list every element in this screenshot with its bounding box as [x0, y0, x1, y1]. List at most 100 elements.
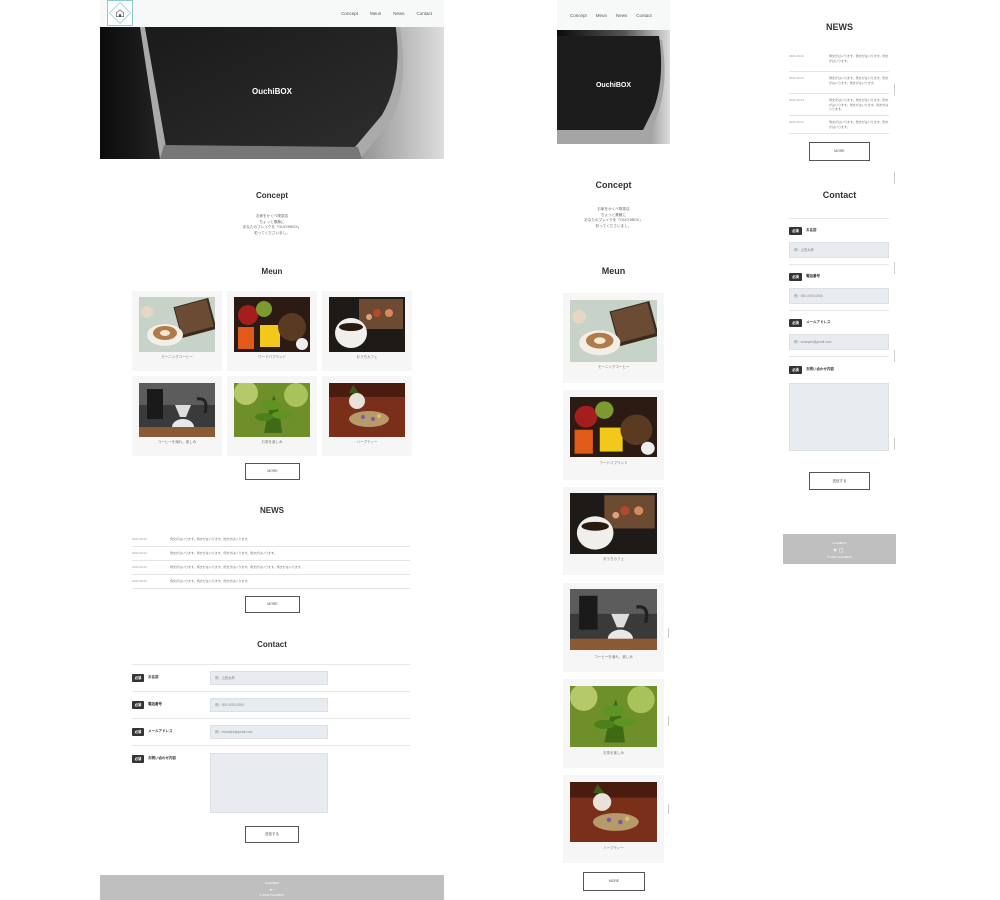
nav-contact[interactable]: Contact	[416, 11, 432, 16]
concept-title: Concept	[256, 191, 288, 200]
menu-caption: モーニングコーヒー	[161, 355, 193, 359]
menu-caption: ハーブティー	[603, 846, 624, 850]
news-more-button[interactable]: MORE	[245, 596, 300, 613]
global-nav: Concept Meun News Contact	[341, 0, 432, 27]
scrollbar-mark	[668, 628, 669, 638]
menu-card[interactable]: お茶を楽しみ	[227, 376, 317, 456]
global-nav: Concept Meun News Contact	[570, 0, 658, 30]
nav-news[interactable]: News	[393, 11, 404, 16]
required-badge: 必須	[132, 674, 144, 682]
nav-menu[interactable]: Meun	[596, 13, 607, 18]
menu-photo-cafe	[570, 493, 657, 554]
news-item[interactable]: 2023.10.01 例文がはいります。例文がはいります。例文がはいります。	[789, 50, 889, 72]
instagram-icon[interactable]: ▫	[273, 887, 274, 892]
phone-input[interactable]: 例）000-0000-0000	[789, 288, 889, 304]
phone-input[interactable]: 例）000-0000-0000	[210, 698, 328, 712]
menu-caption: ワードパプランド	[258, 355, 286, 359]
field-label: メールアドレス	[148, 729, 173, 733]
menu-card[interactable]: ハーブティー	[322, 376, 412, 456]
form-row-name: 必須 お名前 例）山田太郎	[789, 218, 889, 264]
news-item[interactable]: 2023.10.01 例文がはいります。例文がはいります。例文がはいります。例文…	[132, 561, 410, 575]
menu-card[interactable]: ワードパプランド	[563, 390, 664, 480]
hero-title: OuchiBOX	[595, 82, 631, 89]
menu-card[interactable]: ハーブティー	[563, 775, 664, 863]
scrollbar-mark	[894, 438, 895, 450]
required-badge: 必須	[789, 273, 802, 281]
home-logo[interactable]	[107, 0, 133, 26]
news-item[interactable]: 2023.10.01 例文がはいります。例文がはいります。例文がはいります。例文…	[789, 72, 889, 94]
menu-photo-morning	[139, 297, 215, 352]
name-input[interactable]: 例）山田太郎	[789, 242, 889, 258]
scrollbar-mark	[894, 84, 895, 96]
field-label: お問い合わせ内容	[806, 367, 834, 371]
menu-title: Meun	[601, 266, 626, 276]
nav-concept[interactable]: Concept	[341, 11, 358, 16]
menu-photo-cafe	[329, 297, 405, 352]
required-badge: 必須	[789, 227, 802, 235]
instagram-icon[interactable]: ◻	[839, 548, 846, 554]
news-item[interactable]: 2023.10.01 例文がはいります。例文がはいります。例文がはいります。	[132, 575, 410, 589]
name-input[interactable]: 例）山田太郎	[210, 671, 328, 685]
menu-photo-tea	[570, 686, 657, 747]
menu-more-button[interactable]: MORE	[245, 463, 300, 480]
contact-title: Contact	[822, 190, 857, 200]
menu-card[interactable]: モーニングコーヒー	[563, 293, 664, 383]
menu-caption: おうちカフェ	[603, 557, 624, 561]
menu-photo-word	[234, 297, 310, 352]
menu-more-button[interactable]: MORE	[583, 872, 645, 891]
field-label: 電話番号	[148, 702, 162, 706]
submit-button[interactable]: 送信する	[245, 826, 299, 843]
news-item[interactable]: 2023.10.01 例文がはいります。例文がはいります。例文がはいります。	[789, 116, 889, 134]
submit-button[interactable]: 送信する	[809, 472, 870, 490]
news-item[interactable]: 2023.10.01 例文がはいります。例文がはいります。例文がはいります。例文…	[132, 547, 410, 561]
email-input[interactable]: 例）example@gmail.com	[789, 334, 889, 350]
nav-concept[interactable]: Concept	[570, 13, 587, 18]
nav-news[interactable]: News	[616, 13, 627, 18]
form-row-name: 必須 お名前 例）山田太郎	[132, 664, 410, 691]
form-row-email: 必須 メールアドレス 例）example@gmail.com	[789, 310, 889, 356]
site-footer: OuchiBOX ▾◻ © 2023 OuchiBOX	[783, 534, 896, 564]
field-label: お問い合わせ内容	[148, 756, 176, 760]
news-item[interactable]: 2023.10.01 例文がはいります。例文がはいります。例文がはいります。	[132, 533, 410, 547]
site-header: Concept Meun News Contact	[557, 0, 670, 30]
news-item[interactable]: 2023.10.01 例文がはいります。例文がはいります。例文がはいります。例文…	[789, 94, 889, 116]
desktop-mockup: Concept Meun News Contact OuchiBOX Conce…	[100, 0, 444, 900]
required-badge: 必須	[132, 755, 144, 763]
twitter-icon[interactable]: ▾	[270, 887, 272, 892]
menu-photo-brew	[139, 383, 215, 437]
nav-menu[interactable]: Meun	[370, 11, 381, 16]
menu-photo-morning	[570, 300, 657, 362]
menu-caption: ハーブティー	[356, 440, 378, 444]
message-textarea[interactable]	[210, 753, 328, 813]
concept-title: Concept	[595, 180, 632, 190]
footer-brand: OuchiBOX	[264, 881, 280, 885]
menu-photo-herb	[329, 383, 405, 437]
scrollbar-mark	[894, 172, 895, 184]
site-footer: OuchiBOX ▾ ▫ © 2023 OuchiBOX	[100, 875, 444, 900]
mobile-mockup-bottom: NEWS 2023.10.01 例文がはいります。例文がはいります。例文がはいり…	[783, 0, 896, 564]
news-more-button[interactable]: MORE	[809, 142, 870, 161]
required-badge: 必須	[132, 701, 144, 709]
site-header: Concept Meun News Contact	[100, 0, 444, 27]
nav-contact[interactable]: Contact	[636, 13, 652, 18]
field-label: 電話番号	[806, 274, 820, 278]
home-icon	[109, 2, 131, 24]
menu-photo-brew	[570, 589, 657, 650]
menu-card[interactable]: コーヒーを淹れ、楽しみ	[132, 376, 222, 456]
menu-card[interactable]: ワードパプランド	[227, 291, 317, 371]
menu-photo-word	[570, 397, 657, 457]
field-label: お名前	[806, 228, 817, 232]
concept-text: お家をかくべ喫茶店 ちょっと素敵に あなたのブレイクを「OUCHIBOX」 彩っ…	[242, 214, 302, 235]
menu-caption: お茶を楽しみ	[603, 751, 624, 755]
message-textarea[interactable]	[789, 383, 889, 451]
menu-caption: モーニングコーヒー	[597, 365, 630, 369]
menu-card[interactable]: おうちカフェ	[322, 291, 412, 371]
menu-caption: コーヒーを淹れ、楽しみ	[594, 655, 633, 659]
scrollbar-mark	[668, 716, 669, 726]
menu-card[interactable]: おうちカフェ	[563, 487, 664, 575]
menu-card[interactable]: モーニングコーヒー	[132, 291, 222, 371]
email-input[interactable]: 例）example@gmail.com	[210, 725, 328, 739]
menu-card[interactable]: お茶を楽しみ	[563, 679, 664, 768]
required-badge: 必須	[132, 728, 144, 736]
menu-card[interactable]: コーヒーを淹れ、楽しみ	[563, 583, 664, 672]
